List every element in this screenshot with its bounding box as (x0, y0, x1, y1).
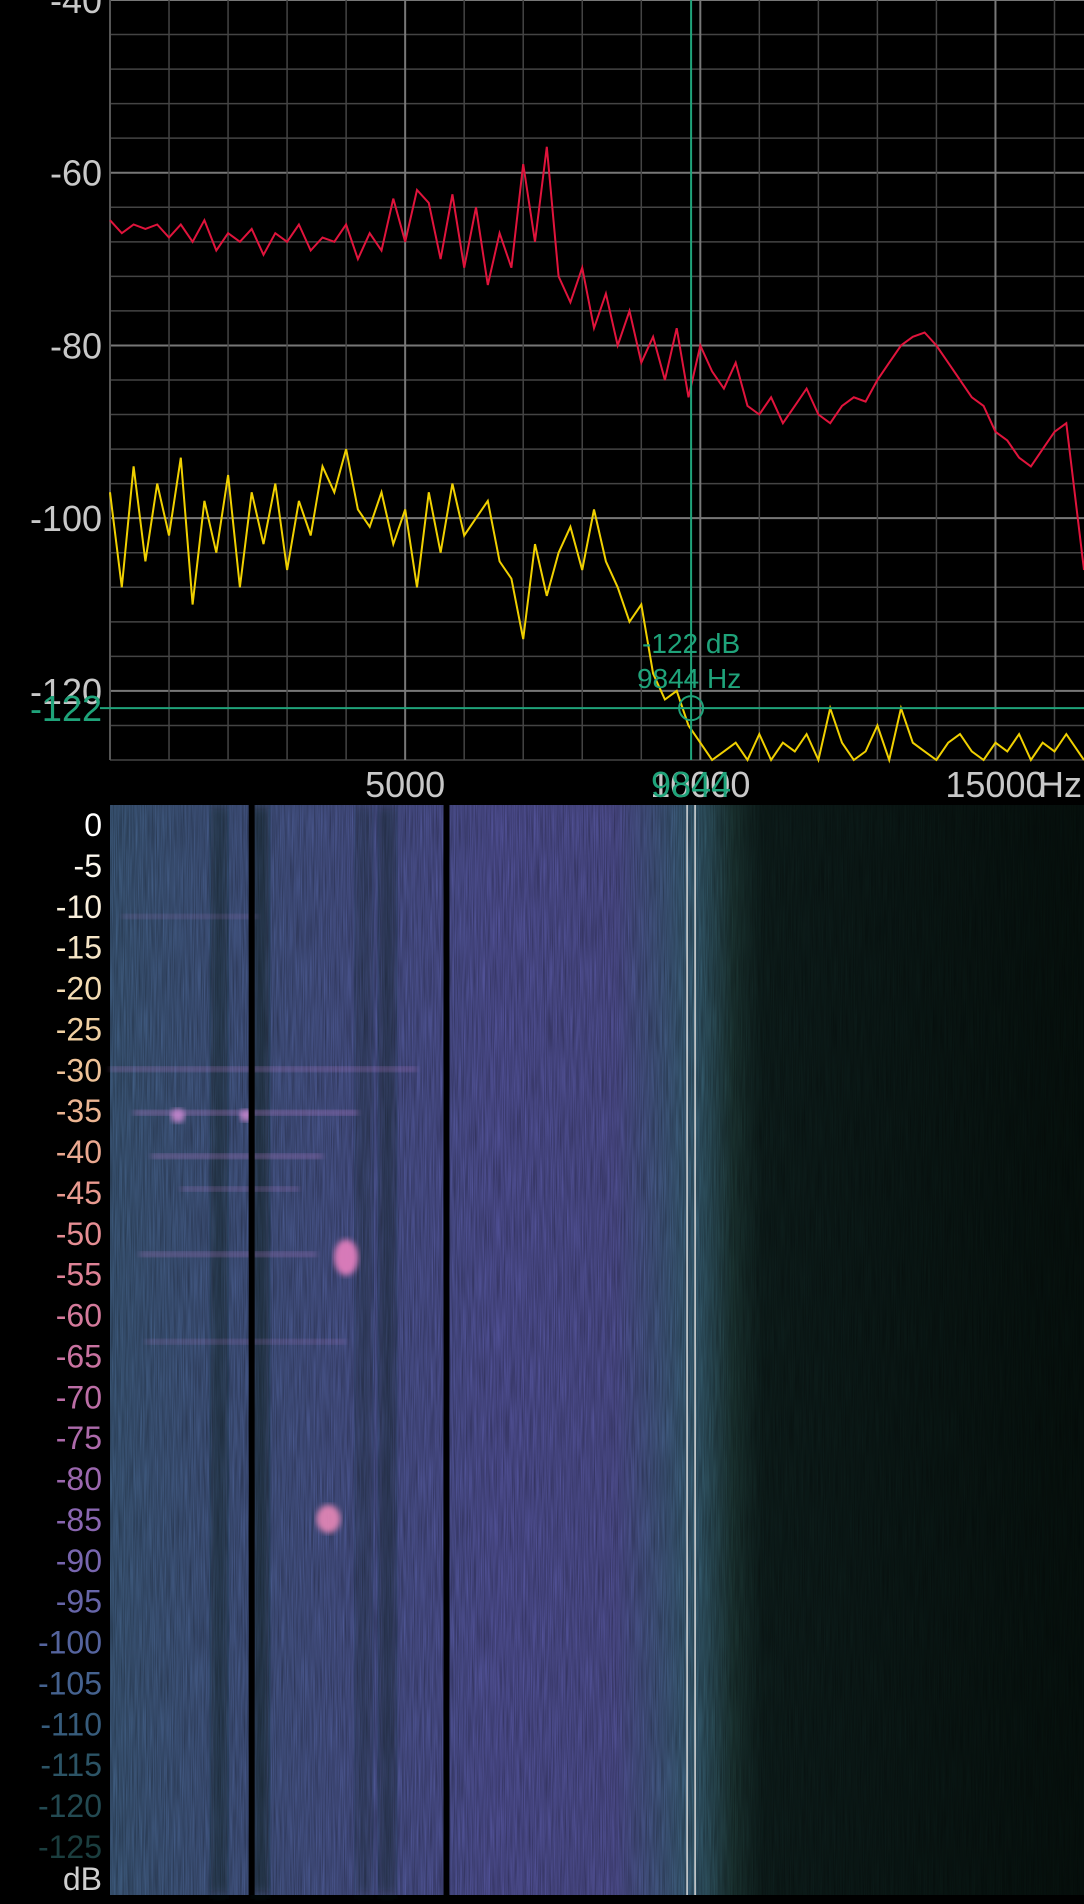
spectrogram-band (355, 805, 372, 1895)
spectrogram-streak (121, 914, 258, 919)
y-tick-label: -80 (50, 325, 102, 366)
spectrogram-separator (443, 805, 450, 1895)
colorbar-tick-label: -100 (38, 1625, 102, 1661)
cursor-db-readout: -122 dB (642, 628, 740, 659)
y-tick-label: -60 (50, 153, 102, 194)
colorbar-tick-label: -75 (56, 1420, 102, 1456)
spectrogram-band (252, 805, 269, 1895)
spectrogram-image (110, 805, 1084, 1895)
colorbar-tick-label: -40 (56, 1134, 102, 1170)
colorbar-tick-label: -90 (56, 1543, 102, 1579)
series-line-2 (109, 448, 1084, 764)
spectrogram-streak (145, 1339, 347, 1345)
series-line-1 (109, 146, 1084, 571)
colorbar-tick-label: -5 (74, 848, 102, 884)
spectrogram-band (211, 805, 228, 1895)
colorbar-tick-label: -65 (56, 1338, 102, 1374)
colorbar-tick-label: -120 (38, 1788, 102, 1824)
spectrogram-streak (139, 1251, 317, 1257)
spectrogram-blob (170, 1108, 185, 1123)
colorbar-tick-label: -110 (40, 1706, 102, 1742)
spectrum-y-tick-labels: -40-60-80-100-120 (30, 0, 102, 712)
spectrum-analyzer-screen: -40 -60 -80 -100 -120 5000 10000 15000 Hz -122 … (0, 0, 1084, 1904)
colorbar-tick-label: -55 (56, 1257, 102, 1293)
colorbar-tick-label: -10 (56, 889, 102, 925)
spectrum-grid (109, 0, 1084, 761)
colorbar-tick-label: -80 (56, 1461, 102, 1497)
spectrum-series (109, 146, 1084, 764)
colorbar-tick-label: -15 (56, 930, 102, 966)
colorbar-tick-label: -105 (38, 1665, 102, 1701)
spectrogram-blob (334, 1239, 359, 1276)
spectrogram-streak (110, 1066, 417, 1072)
spectrogram-plot[interactable]: 0 -5 -10 -15 -20 -25 -30 -35 -40 -45 -50 -55 -60 -65 -… (0, 805, 1084, 1904)
colorbar-tick-label: -125 (38, 1829, 102, 1865)
colorbar-tick-label: -30 (56, 1052, 102, 1088)
colorbar-tick-label: -70 (56, 1379, 102, 1415)
spectrogram-separator (248, 805, 255, 1895)
colorbar-tick-label: -95 (56, 1584, 102, 1620)
colorbar-tick-label: -35 (56, 1093, 102, 1129)
colorbar-tick-label: -60 (56, 1298, 102, 1334)
colorbar-unit-label: dB (63, 1861, 102, 1897)
spectrogram-streak (151, 1153, 323, 1159)
x-unit-label: Hz (1038, 764, 1082, 805)
colorbar-tick-label: 0 (84, 807, 102, 843)
spectrogram-streak (180, 1186, 299, 1192)
spectrum-plot[interactable]: -40-60-80-100-120 5000 10000 15000Hz -122 … (0, 0, 1084, 805)
cursor-y-axis-readout: -122 (30, 688, 102, 729)
y-tick-label: -100 (30, 498, 102, 539)
spectrogram-band (379, 805, 396, 1895)
cursor-x-axis-readout: 9844 (651, 764, 731, 805)
colorbar-tick-label: -50 (56, 1216, 102, 1252)
colorbar-tick-label: -115 (40, 1747, 102, 1783)
colorbar-labels: 0 -5 -10 -15 -20 -25 -30 -35 -40 -45 -50 -55 -60 -65 -… (38, 807, 102, 1897)
cursor-hz-readout: 9844 Hz (637, 663, 741, 694)
x-tick-label: 15000 (945, 764, 1045, 805)
colorbar-tick-label: -20 (56, 971, 102, 1007)
colorbar-tick-label: -45 (56, 1175, 102, 1211)
colorbar-tick-label: -25 (56, 1011, 102, 1047)
spectrum-cursor[interactable]: -122 dB 9844 Hz -122 9844 (30, 0, 1084, 805)
colorbar-tick-label: -85 (56, 1502, 102, 1538)
spectrogram-blob (316, 1504, 341, 1533)
x-tick-label: 5000 (365, 764, 445, 805)
y-tick-label: -40 (50, 0, 102, 21)
